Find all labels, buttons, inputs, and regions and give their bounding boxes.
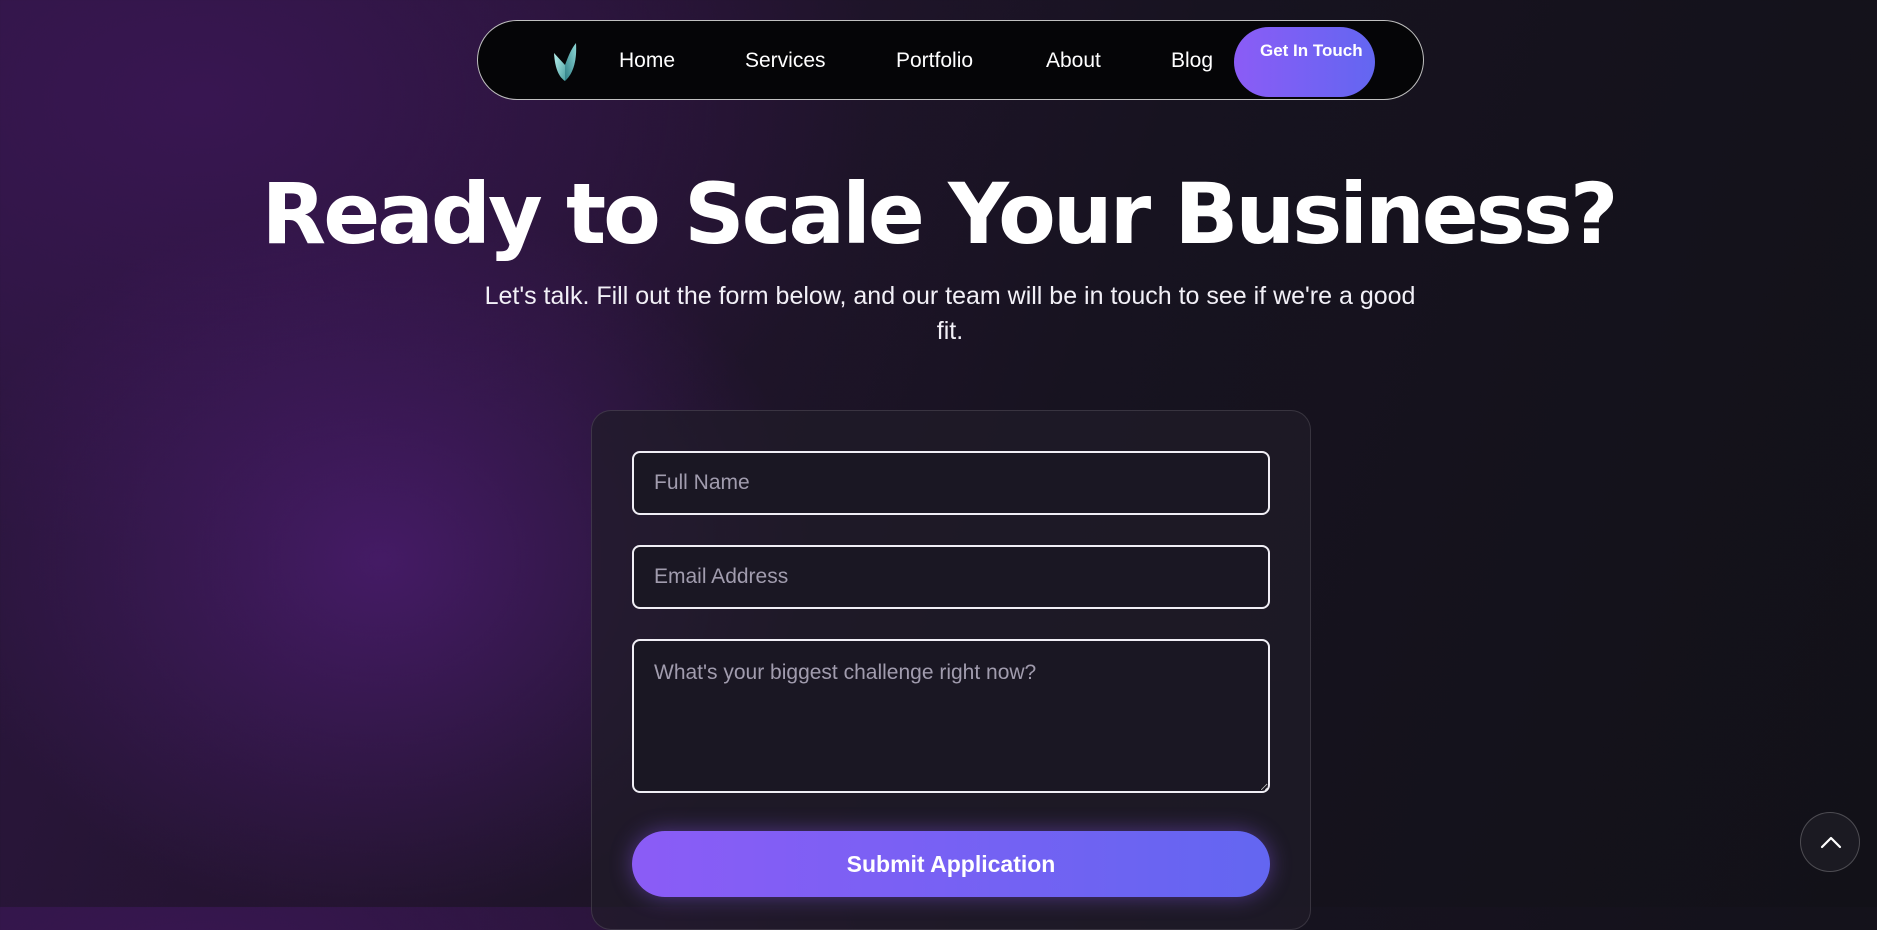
top-navigation: Home Services Portfolio About Blog Get I…	[477, 20, 1424, 100]
email-address-input[interactable]	[632, 545, 1270, 609]
page-title: Ready to Scale Your Business?	[261, 165, 1619, 263]
full-name-input[interactable]	[632, 451, 1270, 515]
contact-form-card: Submit Application	[591, 410, 1311, 930]
scroll-to-top-button[interactable]	[1800, 812, 1860, 872]
challenge-textarea[interactable]	[632, 639, 1270, 793]
get-in-touch-button[interactable]: Get In Touch	[1234, 27, 1375, 97]
nav-link-portfolio[interactable]: Portfolio	[896, 47, 973, 75]
submit-application-button[interactable]: Submit Application	[632, 831, 1270, 897]
nav-link-blog[interactable]: Blog	[1171, 47, 1213, 75]
page-subtitle: Let's talk. Fill out the form below, and…	[484, 282, 1416, 345]
nav-link-about[interactable]: About	[1046, 47, 1101, 75]
leaf-logo-icon[interactable]	[550, 39, 580, 83]
nav-link-home[interactable]: Home	[619, 47, 675, 75]
nav-link-services[interactable]: Services	[745, 47, 826, 75]
chevron-up-icon	[1820, 836, 1842, 849]
